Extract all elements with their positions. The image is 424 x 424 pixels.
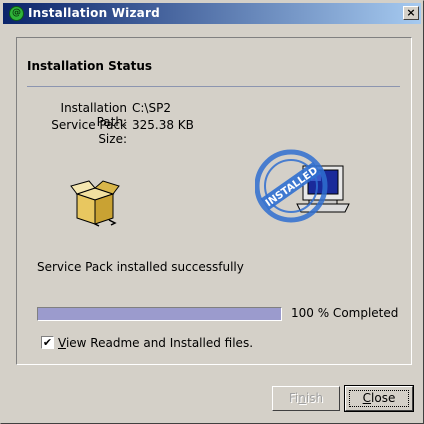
finish-label-accesskey: n (298, 391, 306, 405)
progress-bar (37, 307, 282, 321)
app-icon: @ (9, 6, 24, 21)
status-message: Service Pack installed successfully (37, 260, 244, 274)
installed-computer-icon: INSTALLED (255, 149, 350, 223)
heading-separator (27, 86, 400, 87)
view-readme-checkbox[interactable]: ✔ (41, 336, 54, 349)
close-label-accesskey: C (362, 391, 372, 405)
progress-label: 100 % Completed (291, 306, 399, 320)
title-bar[interactable]: @ Installation Wizard × (3, 3, 421, 24)
service-pack-size-label: Service Pack Size: (51, 118, 127, 146)
view-readme-label[interactable]: View Readme and Installed files. (58, 336, 253, 350)
installation-path-value: C:\SP2 (132, 101, 171, 115)
installation-wizard-window: @ Installation Wizard × Installation Sta… (0, 0, 424, 424)
close-icon: × (406, 6, 416, 19)
window-title: Installation Wizard (28, 6, 160, 20)
open-box-icon (70, 180, 120, 227)
checkmark-icon: ✔ (42, 336, 53, 349)
view-readme-label-text: iew Readme and Installed files. (65, 336, 254, 350)
close-window-button[interactable]: × (403, 6, 419, 20)
section-heading: Installation Status (27, 59, 153, 73)
finish-label-start: Fi (288, 391, 299, 405)
close-button[interactable]: Close (344, 385, 414, 412)
status-panel: Installation Status Installation Path: C… (16, 37, 412, 365)
close-label-text: lose (371, 391, 396, 405)
service-pack-size-value: 325.38 KB (132, 118, 194, 132)
progress-fill (38, 308, 281, 320)
finish-button[interactable]: Finish (272, 386, 340, 411)
finish-label-end: ish (305, 391, 324, 405)
view-readme-label-accesskey: V (58, 336, 66, 350)
